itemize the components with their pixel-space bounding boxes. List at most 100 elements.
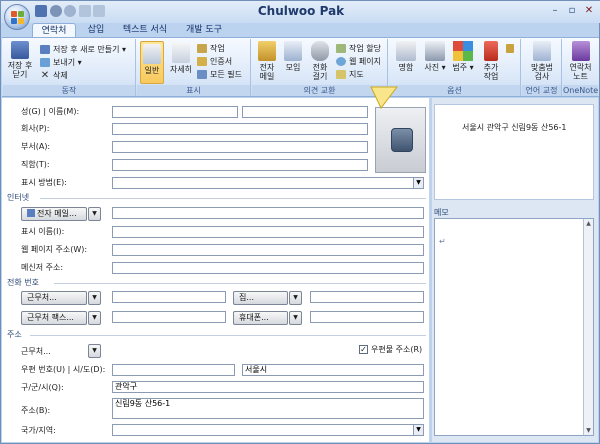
business-phone-field[interactable] xyxy=(112,291,226,303)
business-fax-field[interactable] xyxy=(112,311,226,323)
address-section-title: 주소 xyxy=(7,330,22,339)
spelling-button[interactable]: 맞춤법 검사 xyxy=(526,41,558,81)
categorize-button[interactable]: 범주 ▾ xyxy=(450,41,476,72)
chevron-down-icon: ▼ xyxy=(413,178,423,188)
group-options-label: 옵션 xyxy=(389,85,520,96)
meeting-button[interactable]: 모임 xyxy=(281,41,305,72)
mobile-phone-field[interactable] xyxy=(310,311,424,323)
memo-scrollbar[interactable]: ▲ ▼ xyxy=(583,219,593,435)
picture-button[interactable]: 사진 ▾ xyxy=(422,41,448,72)
redo-icon[interactable] xyxy=(64,5,76,17)
previous-item-icon[interactable] xyxy=(79,5,91,17)
business-card-preview[interactable]: 서울시 관악구 신림9동 산56-1 xyxy=(434,104,594,200)
contact-notes-button[interactable]: 연락처 노트 xyxy=(565,41,596,81)
call-button[interactable]: 전화 걸기 xyxy=(307,41,333,81)
categorize-icon xyxy=(453,41,473,61)
home-phone-field[interactable] xyxy=(310,291,424,303)
scroll-down-icon[interactable]: ▼ xyxy=(584,426,593,435)
forward-icon xyxy=(40,58,50,67)
assign-task-button[interactable]: 작업 할당 xyxy=(336,43,381,54)
lock-icon xyxy=(506,44,514,53)
home-phone-dropdown[interactable]: ▼ xyxy=(289,291,302,305)
save-icon[interactable] xyxy=(35,5,47,17)
mobile-phone-dropdown[interactable]: ▼ xyxy=(289,311,302,325)
city-field[interactable]: 서울시 xyxy=(242,364,424,376)
section-divider xyxy=(40,198,426,199)
tab-format-text[interactable]: 텍스트 서식 xyxy=(115,23,175,38)
tab-contact[interactable]: 연락처 xyxy=(32,23,76,38)
fileas-select[interactable]: ▼ xyxy=(112,177,424,189)
minimize-button[interactable]: – xyxy=(547,4,563,18)
group-actions-label: 동작 xyxy=(3,85,135,96)
street-field[interactable]: 신림9동 산56-1 xyxy=(112,398,424,419)
save-new-button[interactable]: 저장 후 새로 만들기 ▾ xyxy=(40,44,126,55)
last-name-field[interactable] xyxy=(112,106,238,118)
business-card-button[interactable]: 명함 xyxy=(392,41,420,72)
email-field[interactable] xyxy=(112,207,424,219)
email-label: 전자 메일 xyxy=(259,63,275,81)
maximize-button[interactable]: ▫ xyxy=(564,4,580,18)
first-name-field[interactable] xyxy=(242,106,368,118)
mobile-phone-button[interactable]: 휴대폰... xyxy=(233,311,288,325)
follow-up-button[interactable]: 추가 작업 xyxy=(478,41,504,81)
webpage-field[interactable] xyxy=(112,244,424,256)
save-close-button[interactable]: 저장 후 닫기 xyxy=(6,41,34,79)
business-fax-dropdown[interactable]: ▼ xyxy=(88,311,101,325)
activities-button[interactable]: 작업 xyxy=(197,43,225,54)
certificates-label: 인증서 xyxy=(210,57,233,66)
forward-button[interactable]: 보내기 ▾ xyxy=(40,57,82,68)
zip-field[interactable] xyxy=(112,364,235,376)
business-fax-button[interactable]: 근무처 팩스... xyxy=(21,311,87,325)
scroll-up-icon[interactable]: ▲ xyxy=(584,219,593,228)
office-logo-icon xyxy=(11,11,24,24)
spelling-label: 맞춤법 검사 xyxy=(530,63,554,81)
im-label: 메신저 주소: xyxy=(21,263,64,272)
tab-developer[interactable]: 개발 도구 xyxy=(179,23,229,38)
email-button[interactable]: 전자 메일 xyxy=(255,41,279,81)
email-address-button[interactable]: 전자 메일... xyxy=(21,207,87,221)
certificates-button[interactable]: 인증서 xyxy=(197,56,232,67)
globe-icon xyxy=(336,57,346,66)
close-button[interactable]: ✕ xyxy=(581,4,597,18)
displayas-field[interactable] xyxy=(112,226,424,238)
certificates-icon xyxy=(197,57,207,66)
contact-photo-button[interactable] xyxy=(375,107,426,173)
country-select[interactable]: ▼ xyxy=(112,424,424,436)
mailing-address-checkbox[interactable]: ✓ xyxy=(359,345,368,354)
web-page-button[interactable]: 웹 페이지 xyxy=(336,56,381,67)
person-icon xyxy=(391,128,413,152)
forward-label: 보내기 xyxy=(53,58,76,67)
group-onenote-label: OneNote xyxy=(563,85,599,96)
delete-button[interactable]: ✕ 삭제 xyxy=(40,70,68,81)
memo-field[interactable]: ↵ ▲ ▼ xyxy=(434,218,594,436)
onenote-icon xyxy=(571,41,590,61)
office-button[interactable] xyxy=(4,4,30,30)
all-fields-button[interactable]: 모든 필드 xyxy=(197,69,242,80)
tab-insert[interactable]: 삽입 xyxy=(81,23,111,38)
save-close-label: 저장 후 닫기 xyxy=(7,61,33,79)
group-proofing: 맞춤법 검사 언어 교정 xyxy=(522,39,562,96)
title-bar: Chulwoo Pak – ▫ ✕ xyxy=(1,1,600,23)
undo-icon[interactable] xyxy=(50,5,62,17)
address-type-dropdown[interactable]: ▼ xyxy=(88,344,101,358)
card-address: 서울시 관악구 신림9동 산56-1 xyxy=(462,123,567,132)
webpage-label: 웹 페이지 주소(W): xyxy=(21,245,88,254)
jobtitle-field[interactable] xyxy=(112,159,368,171)
map-button[interactable]: 지도 xyxy=(336,69,364,80)
im-field[interactable] xyxy=(112,262,424,274)
next-item-icon[interactable] xyxy=(93,5,105,17)
memo-content: ↵ xyxy=(439,237,446,246)
department-field[interactable] xyxy=(112,141,368,153)
home-phone-button[interactable]: 집... xyxy=(233,291,288,305)
email-dropdown[interactable]: ▼ xyxy=(88,207,101,221)
district-field[interactable]: 관악구 xyxy=(112,381,424,393)
categorize-label: 범주 xyxy=(452,63,468,72)
details-button[interactable]: 자세히 xyxy=(168,41,194,74)
section-divider xyxy=(54,283,426,284)
general-icon xyxy=(143,44,161,64)
company-field[interactable] xyxy=(112,123,368,135)
chevron-down-icon: ▼ xyxy=(413,425,423,435)
business-phone-button[interactable]: 근무처... xyxy=(21,291,87,305)
business-phone-dropdown[interactable]: ▼ xyxy=(88,291,101,305)
general-button[interactable]: 일반 xyxy=(140,41,164,84)
